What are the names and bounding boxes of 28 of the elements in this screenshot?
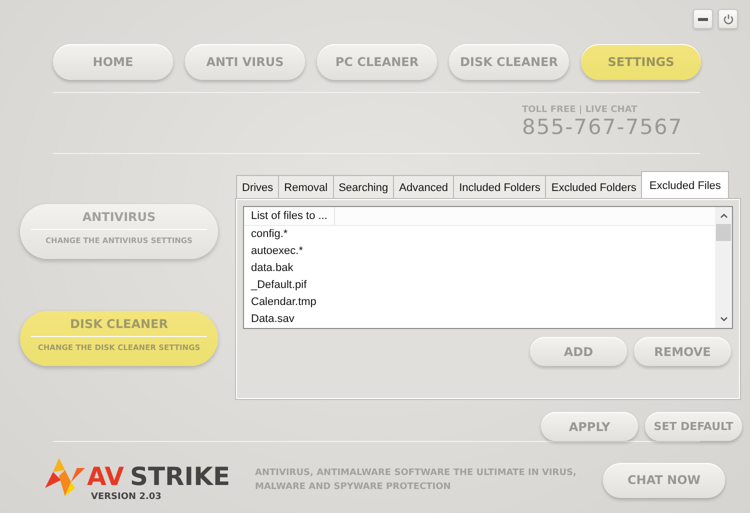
minimize-button[interactable]	[693, 9, 713, 29]
tab[interactable]: Included Folders	[453, 175, 546, 199]
column-header[interactable]: List of files to ...	[244, 207, 336, 225]
version-label: VERSION 2.03	[91, 492, 162, 502]
scroll-down-icon	[720, 317, 728, 322]
scrollbar[interactable]	[715, 207, 732, 328]
list-item[interactable]: config.*	[244, 226, 715, 243]
tab[interactable]: Drives	[236, 175, 280, 199]
tagline: ANTIVIRUS, ANTIMALWARE SOFTWARE THE ULTIMATE IN VIRUS, MALWARE AND SPYWARE PROTECTION	[255, 467, 578, 494]
list-item[interactable]: Calendar.tmp	[244, 294, 715, 311]
scroll-thumb[interactable]	[716, 224, 731, 241]
tab[interactable]: Removal	[278, 175, 334, 199]
list-item[interactable]: _Default.pif	[244, 277, 715, 294]
list-item[interactable]: data.bak	[244, 260, 715, 277]
list-item[interactable]: Data.sav	[244, 311, 715, 328]
brand-text: STRIKE	[130, 463, 230, 491]
phone-number: 855-767-7567	[522, 115, 683, 139]
brand-text: AV	[87, 463, 124, 491]
scroll-up-icon	[720, 213, 728, 218]
power-button[interactable]	[718, 9, 738, 29]
tab[interactable]: Searching	[332, 175, 394, 199]
power-icon	[722, 14, 734, 24]
minimize-icon	[698, 18, 708, 20]
tab[interactable]: Excluded Folders	[545, 175, 642, 199]
logo-icon	[45, 458, 85, 496]
list-item[interactable]: autoexec.*	[244, 243, 715, 260]
tab[interactable]: Excluded Files	[641, 171, 729, 199]
tab[interactable]: Advanced	[393, 175, 454, 199]
